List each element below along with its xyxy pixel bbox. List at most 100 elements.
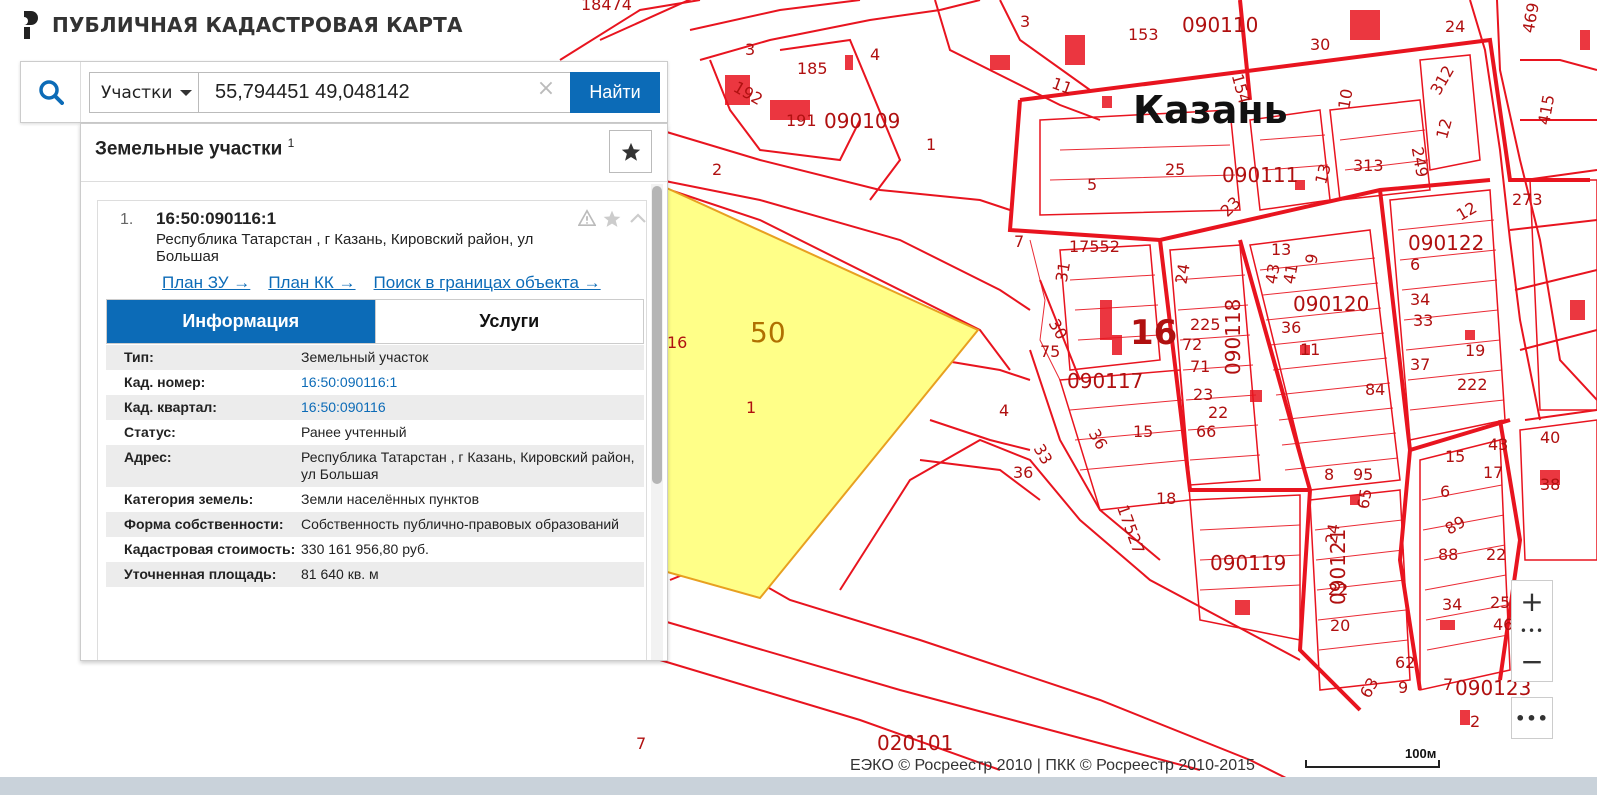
favorites-button[interactable]	[609, 130, 652, 173]
svg-text:1: 1	[926, 135, 936, 154]
warning-icon[interactable]	[578, 209, 596, 227]
info-key: Уточненная площадь:	[124, 566, 277, 582]
info-key: Тип:	[124, 349, 154, 365]
results-scrollbar[interactable]	[651, 184, 663, 660]
svg-text:191: 191	[786, 111, 817, 130]
svg-text:12: 12	[1432, 116, 1456, 141]
info-key: Форма собственности:	[124, 516, 284, 532]
svg-text:17552: 17552	[1069, 237, 1120, 256]
find-button[interactable]: Найти	[570, 72, 660, 113]
svg-text:89: 89	[1442, 512, 1469, 539]
zoom-level-indicator[interactable]: •••	[1512, 621, 1552, 641]
search-toggle-button[interactable]	[21, 62, 81, 122]
svg-text:7: 7	[636, 734, 646, 753]
info-row: Форма собственности: Собственность публич…	[106, 512, 644, 537]
svg-text:17: 17	[1483, 463, 1503, 482]
info-key: Кад. квартал:	[124, 399, 217, 415]
svg-text:43: 43	[1488, 435, 1508, 454]
svg-text:36: 36	[1013, 463, 1033, 482]
svg-text:34: 34	[1442, 595, 1462, 614]
svg-text:72: 72	[1182, 335, 1202, 354]
info-value: 81 640 кв. м	[301, 566, 379, 582]
svg-text:33: 33	[1413, 311, 1433, 330]
result-card[interactable]: 1. 16:50:090116:1 Республика Татарстан ,…	[97, 200, 648, 660]
svg-text:16: 16	[667, 333, 687, 352]
info-value: Собственность публично-правовых образова…	[301, 516, 619, 532]
plan-kk-link[interactable]: План КК →	[268, 273, 355, 293]
info-row: Статус: Ранее учтенный	[106, 420, 644, 445]
svg-text:18: 18	[1156, 489, 1176, 508]
svg-text:62: 62	[1395, 653, 1415, 672]
result-cad-number[interactable]: 16:50:090116:1	[156, 209, 276, 229]
clear-search-icon[interactable]: ×	[536, 76, 556, 101]
svg-text:469: 469	[1519, 1, 1543, 34]
zoom-in-button[interactable]: +	[1512, 581, 1552, 621]
scrollbar-thumb[interactable]	[652, 186, 662, 484]
tab-info[interactable]: Информация	[107, 300, 375, 343]
cad-quarter-link[interactable]: 16:50:090116	[301, 399, 641, 416]
taskbar-strip	[0, 777, 1597, 795]
svg-text:50: 50	[750, 316, 786, 349]
svg-text:15: 15	[1445, 447, 1465, 466]
result-tabs: Информация Услуги	[106, 299, 644, 344]
svg-text:090120: 090120	[1293, 292, 1369, 316]
scale-bar	[1305, 760, 1440, 768]
svg-text:090118: 090118	[1221, 299, 1245, 375]
rosreestr-logo-icon[interactable]	[20, 11, 42, 39]
svg-text:30: 30	[1310, 35, 1330, 54]
app-title: ПУБЛИЧНАЯ КАДАСТРОВАЯ КАРТА	[52, 13, 463, 37]
info-key: Адрес:	[124, 449, 172, 465]
svg-text:19: 19	[1465, 341, 1485, 360]
results-title: Земельные участки 1	[95, 136, 294, 160]
svg-text:22: 22	[1486, 545, 1506, 564]
search-within-link[interactable]: Поиск в границах объекта →	[374, 273, 601, 293]
zoom-control: + ••• −	[1511, 580, 1553, 682]
card-actions	[578, 209, 648, 229]
svg-text:66: 66	[1196, 422, 1216, 441]
info-value: 330 161 956,80 руб.	[301, 541, 429, 557]
svg-text:2: 2	[1470, 712, 1480, 731]
svg-text:225: 225	[1190, 315, 1221, 334]
result-index: 1.	[120, 211, 134, 228]
search-input[interactable]	[199, 72, 571, 113]
svg-text:090119: 090119	[1210, 551, 1286, 575]
svg-text:36: 36	[1085, 426, 1112, 453]
zoom-out-button[interactable]: −	[1512, 641, 1552, 681]
svg-text:185: 185	[797, 59, 828, 78]
star-icon[interactable]	[602, 209, 622, 229]
chevron-up-icon[interactable]	[628, 209, 648, 229]
svg-text:8: 8	[1324, 465, 1334, 484]
svg-text:222: 222	[1457, 375, 1488, 394]
svg-text:9: 9	[1398, 678, 1408, 697]
svg-text:95: 95	[1353, 465, 1373, 484]
svg-text:3: 3	[745, 40, 755, 59]
results-panel: Земельные участки 1 1. 16:50:090116:1 Ре…	[80, 123, 668, 661]
svg-text:23: 23	[1193, 385, 1213, 404]
svg-text:13: 13	[1311, 162, 1335, 187]
info-row: Тип: Земельный участок	[106, 345, 644, 370]
svg-text:090109: 090109	[824, 109, 900, 133]
search-icon	[38, 80, 64, 105]
info-value: Республика Татарстан , г Казань, Кировск…	[301, 449, 635, 482]
search-type-select[interactable]: Участки	[89, 72, 199, 113]
svg-text:25: 25	[1490, 593, 1510, 612]
svg-text:24: 24	[1445, 17, 1465, 36]
cad-number-link[interactable]: 16:50:090116:1	[301, 374, 641, 391]
search-bar: Участки × Найти	[20, 61, 668, 123]
copyright-text: ЕЭКО © Росреестр 2010 | ПКК © Росреестр …	[850, 757, 1255, 774]
svg-text:43: 43	[1261, 262, 1283, 285]
info-row: Кад. номер: 16:50:090116:1	[106, 370, 644, 395]
svg-text:84: 84	[1365, 380, 1385, 399]
svg-text:7: 7	[1443, 675, 1453, 694]
more-tools-button[interactable]: •••	[1511, 697, 1553, 739]
tab-services[interactable]: Услуги	[374, 300, 643, 343]
svg-text:71: 71	[1190, 357, 1210, 376]
svg-text:020101: 020101	[877, 731, 953, 755]
info-row: Категория земель: Земли населённых пункто…	[106, 487, 644, 512]
plan-zu-link[interactable]: План ЗУ →	[162, 273, 250, 293]
svg-text:23: 23	[1217, 193, 1245, 221]
city-label: Казань	[1133, 88, 1288, 132]
svg-text:3: 3	[1020, 12, 1030, 31]
info-row: Адрес: Республика Татарстан , г Казань, К…	[106, 445, 644, 487]
results-header: Земельные участки 1	[81, 124, 667, 182]
